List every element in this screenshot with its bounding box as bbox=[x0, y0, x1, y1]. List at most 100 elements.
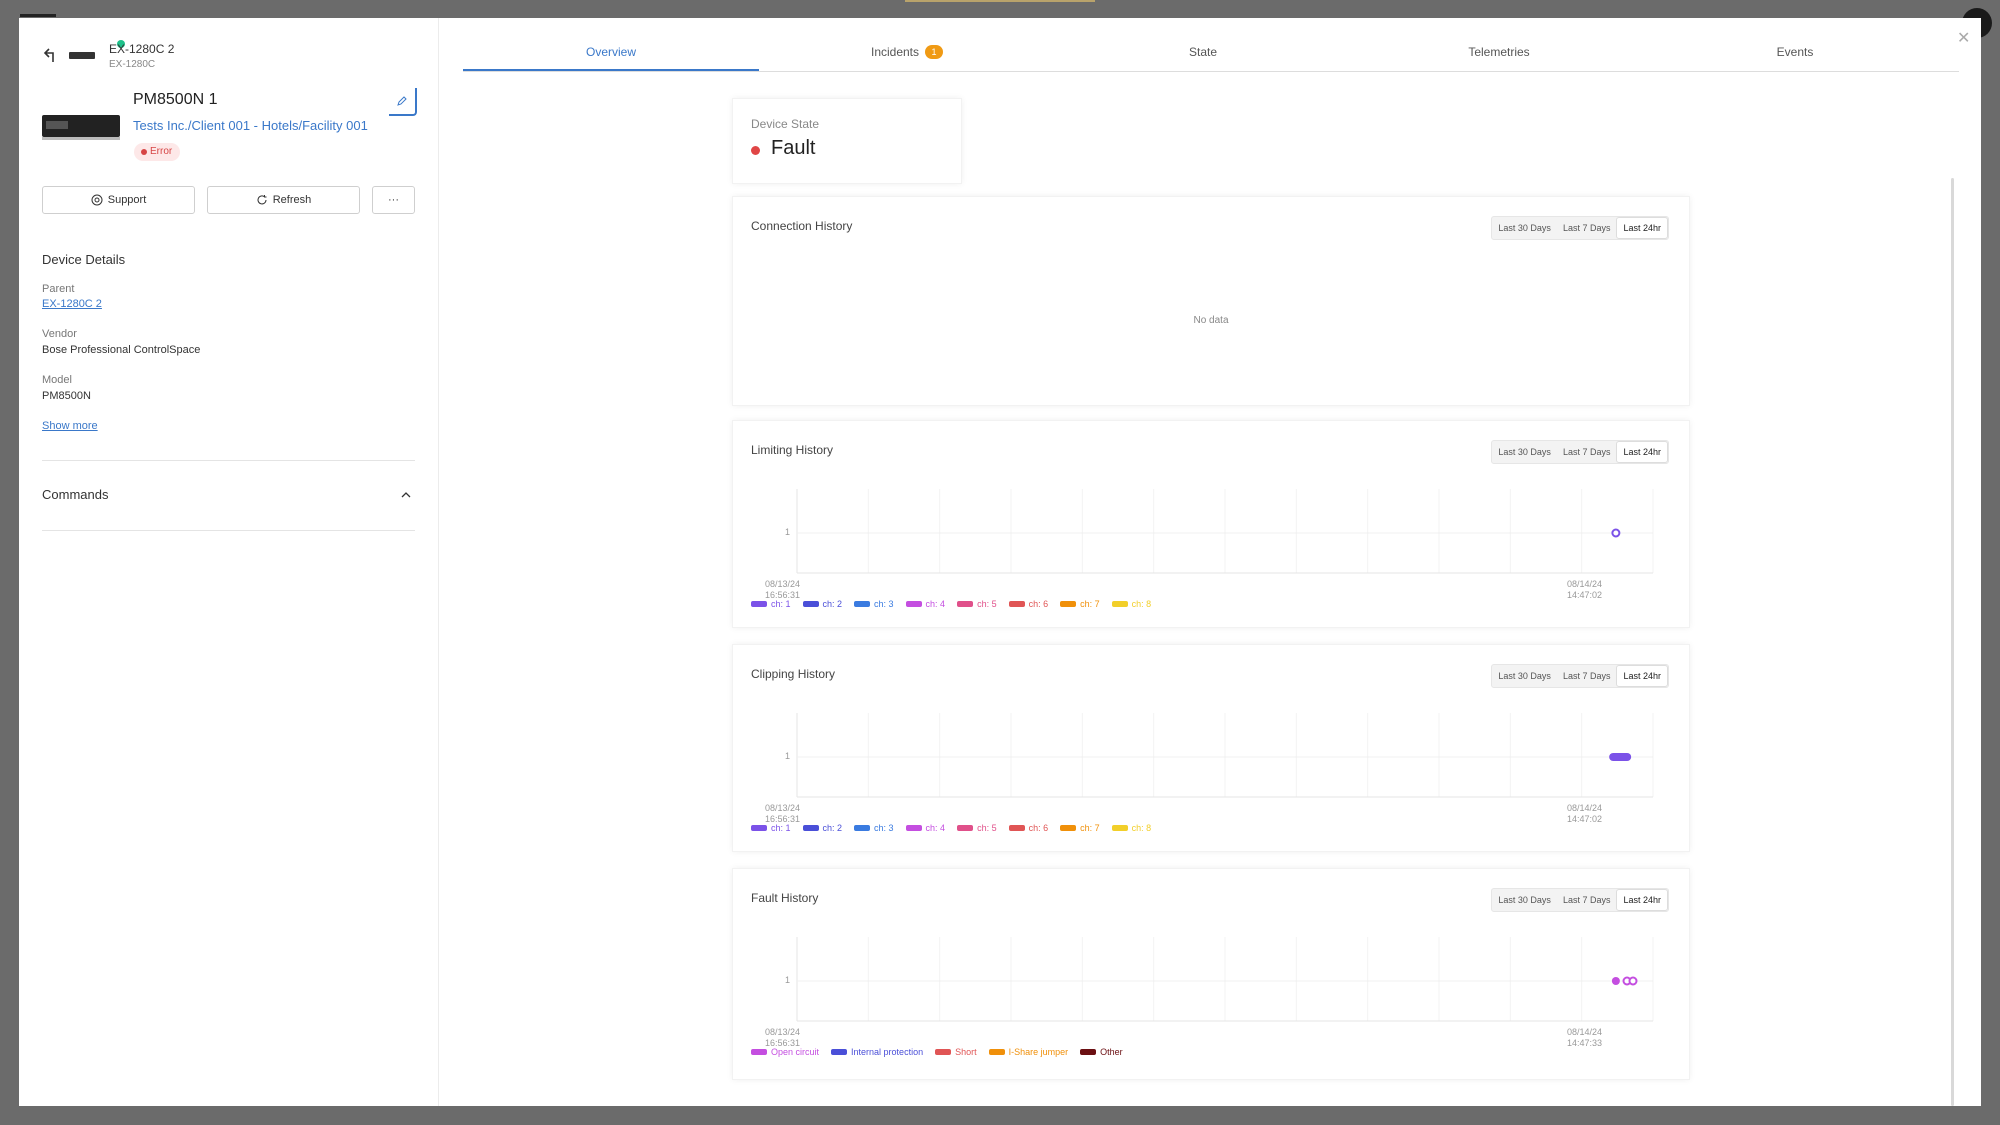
tab-overview[interactable]: Overview bbox=[463, 38, 759, 71]
legend-label: ch: 4 bbox=[925, 823, 946, 833]
legend-item[interactable]: ch: 1 bbox=[751, 823, 791, 833]
tab-events[interactable]: Events bbox=[1647, 38, 1943, 71]
commands-section-toggle[interactable]: Commands bbox=[42, 480, 415, 510]
tab-incidents[interactable]: Incidents 1 bbox=[759, 38, 1055, 71]
y-tick-label: 1 bbox=[785, 975, 791, 985]
legend-label: Other bbox=[1100, 1047, 1123, 1057]
legend-swatch bbox=[905, 601, 922, 607]
legend-label: ch: 5 bbox=[977, 599, 997, 609]
scrollbar[interactable] bbox=[1951, 178, 1954, 1106]
range-7-days[interactable]: Last 7 Days bbox=[1557, 217, 1617, 239]
vendor-label: Vendor bbox=[42, 328, 77, 340]
legend-label: Short bbox=[955, 1047, 977, 1057]
legend-swatch bbox=[1080, 1049, 1097, 1055]
y-tick-label: 1 bbox=[785, 527, 791, 537]
device-state-value: Fault bbox=[771, 137, 816, 159]
tab-state[interactable]: State bbox=[1055, 38, 1351, 71]
support-label: Support bbox=[107, 194, 147, 206]
tab-label: Events bbox=[1776, 45, 1814, 59]
legend-swatch bbox=[854, 825, 871, 831]
legend-item[interactable]: ch: 7 bbox=[1060, 599, 1100, 609]
legend-item[interactable]: ch: 2 bbox=[802, 599, 842, 609]
chart-legend: ch: 1 ch: 2 ch: 3 ch: 4 ch: 5 ch: 6 ch: 7 ch: 8 bbox=[751, 599, 1151, 609]
commands-title: Commands bbox=[42, 487, 109, 502]
legend-item[interactable]: ch: 3 bbox=[854, 823, 894, 833]
legend-swatch bbox=[1060, 825, 1077, 831]
chart-legend: Open circuit Internal protection Short I-Sh… bbox=[751, 1047, 1123, 1057]
chart-plot bbox=[796, 713, 1654, 798]
legend-swatch bbox=[1060, 601, 1077, 607]
support-button[interactable]: Support bbox=[42, 186, 195, 214]
parent-device-name[interactable]: EX-1280C 2 bbox=[109, 42, 174, 56]
tab-telemetries[interactable]: Telemetries bbox=[1351, 38, 1647, 71]
parent-link[interactable]: EX-1280C 2 bbox=[42, 298, 102, 310]
x-tick-start: 08/13/24 16:56:31 bbox=[765, 803, 801, 824]
data-point bbox=[1609, 753, 1632, 761]
legend-label: ch: 7 bbox=[1080, 823, 1100, 833]
legend-item[interactable]: ch: 6 bbox=[1008, 599, 1049, 609]
legend-swatch bbox=[935, 1049, 952, 1055]
legend-label: ch: 6 bbox=[1028, 599, 1049, 609]
legend-item[interactable]: ch: 8 bbox=[1111, 823, 1152, 833]
grid-lines bbox=[796, 937, 1654, 1021]
edit-button[interactable] bbox=[389, 88, 417, 116]
legend-item[interactable]: Short bbox=[935, 1047, 977, 1057]
tab-label: Overview bbox=[585, 45, 636, 59]
legend-swatch bbox=[1111, 601, 1128, 607]
fault-status-dot bbox=[751, 146, 760, 155]
legend-item[interactable]: ch: 4 bbox=[905, 823, 946, 833]
incidents-count-badge: 1 bbox=[925, 45, 944, 59]
device-location-link[interactable]: Tests Inc./Client 001 - Hotels/Facility … bbox=[133, 118, 368, 133]
parent-device-model: EX-1280C bbox=[109, 59, 156, 70]
legend-item[interactable]: Internal protection bbox=[831, 1047, 923, 1057]
more-actions-button[interactable]: ··· bbox=[372, 186, 415, 214]
legend-item[interactable]: ch: 5 bbox=[957, 823, 997, 833]
legend-item[interactable]: ch: 8 bbox=[1111, 599, 1151, 609]
back-arrow-icon[interactable] bbox=[43, 46, 61, 64]
card-title: Connection History bbox=[751, 219, 853, 233]
tab-label: Incidents bbox=[870, 45, 920, 59]
legend-item[interactable]: ch: 3 bbox=[854, 599, 894, 609]
legend-item[interactable]: ch: 5 bbox=[957, 599, 997, 609]
legend-swatch bbox=[802, 601, 819, 607]
x-tick-end: 08/14/24 14:47:02 bbox=[1567, 579, 1603, 600]
device-state-label: Device State bbox=[751, 117, 820, 131]
legend-label: ch: 6 bbox=[1028, 823, 1049, 833]
divider bbox=[42, 460, 415, 461]
legend-item[interactable]: ch: 1 bbox=[751, 599, 791, 609]
range-24hr[interactable]: Last 24hr bbox=[1616, 217, 1668, 239]
legend-item[interactable]: Other bbox=[1080, 1047, 1123, 1057]
model-value: PM8500N bbox=[42, 390, 91, 402]
legend-item[interactable]: I-Share jumper bbox=[988, 1047, 1068, 1057]
range-30-days[interactable]: Last 30 Days bbox=[1492, 217, 1557, 239]
tab-label: Telemetries bbox=[1468, 45, 1530, 59]
divider bbox=[42, 530, 415, 531]
fault-history-card: Fault History Last 30 Days Last 7 Days Last… bbox=[732, 868, 1690, 1080]
model-label: Model bbox=[42, 374, 72, 386]
vendor-value: Bose Professional ControlSpace bbox=[42, 344, 201, 356]
refresh-button[interactable]: Refresh bbox=[207, 186, 360, 214]
legend-item[interactable]: ch: 7 bbox=[1060, 823, 1100, 833]
legend-item[interactable]: ch: 4 bbox=[905, 599, 945, 609]
legend-swatch bbox=[1111, 825, 1128, 831]
parent-header: EX-1280C 2 EX-1280C bbox=[43, 38, 423, 78]
legend-item[interactable]: ch: 2 bbox=[802, 823, 842, 833]
grid-lines bbox=[796, 489, 1654, 573]
top-accent-bar bbox=[905, 0, 1095, 2]
parent-device-thumbnail bbox=[69, 52, 95, 59]
legend-item[interactable]: Open circuit bbox=[751, 1047, 819, 1057]
legend-swatch bbox=[957, 825, 974, 831]
close-icon[interactable]: ✕ bbox=[1957, 28, 1970, 48]
device-name: PM8500N 1 bbox=[133, 91, 218, 108]
legend-label: ch: 8 bbox=[1131, 823, 1152, 833]
legend-item[interactable]: ch: 6 bbox=[1008, 823, 1049, 833]
legend-label: Open circuit bbox=[771, 1047, 820, 1057]
data-point bbox=[1628, 976, 1638, 986]
show-more-link[interactable]: Show more bbox=[42, 420, 98, 432]
chart-plot bbox=[796, 489, 1654, 574]
device-sidebar: EX-1280C 2 EX-1280C PM8500N 1 Tests Inc.… bbox=[19, 18, 439, 1106]
legend-label: ch: 5 bbox=[977, 823, 997, 833]
legend-swatch bbox=[751, 1049, 767, 1055]
device-details-title: Device Details bbox=[42, 252, 126, 267]
parent-label: Parent bbox=[42, 283, 75, 295]
